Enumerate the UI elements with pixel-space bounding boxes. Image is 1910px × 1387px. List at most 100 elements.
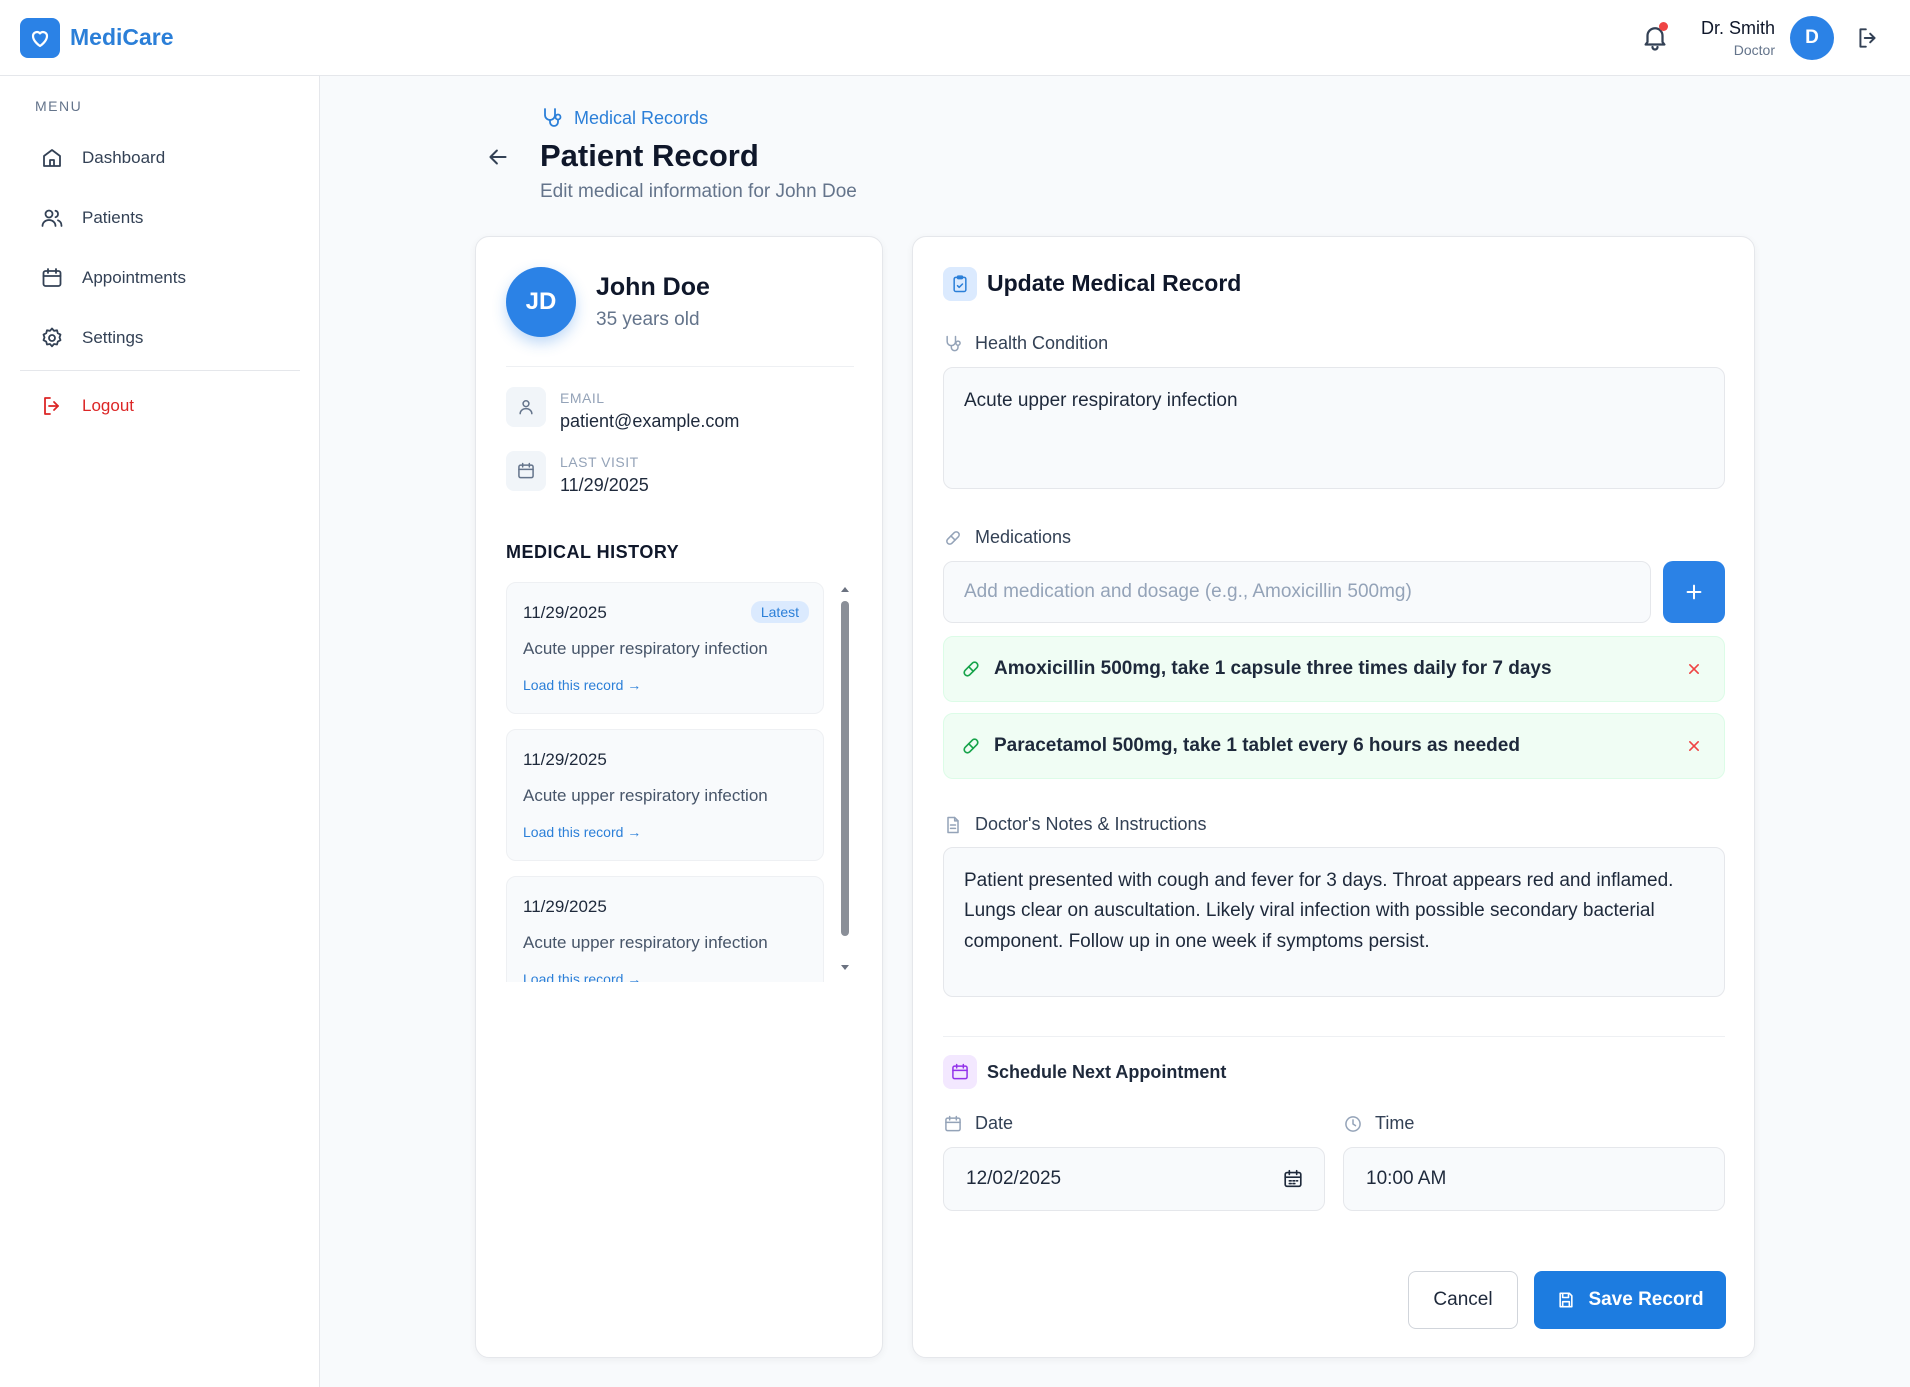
plus-icon — [1686, 584, 1702, 600]
medication-text: Amoxicillin 500mg, take 1 capsule three … — [994, 658, 1552, 679]
user-avatar[interactable]: D — [1790, 16, 1834, 60]
page-title: Patient Record — [540, 138, 759, 173]
page-subtitle: Edit medical information for John Doe — [540, 181, 857, 202]
sidebar-item-appointments[interactable]: Appointments — [20, 254, 300, 302]
sidebar-item-patients[interactable]: Patients — [20, 194, 300, 242]
history-condition: Acute upper respiratory infection — [523, 933, 768, 952]
schedule-title: Schedule Next Appointment — [987, 1062, 1227, 1082]
home-icon — [43, 149, 61, 167]
save-icon — [1559, 1292, 1574, 1308]
medical-history-title: MEDICAL HISTORY — [506, 542, 680, 562]
history-item[interactable]: 11/29/2025 Acute upper respiratory infec… — [506, 876, 824, 982]
load-record-link[interactable]: Load this record → — [523, 971, 641, 982]
gear-icon — [42, 327, 62, 348]
remove-medication-icon[interactable] — [1684, 736, 1704, 756]
user-name: Dr. Smith — [1700, 18, 1775, 38]
date-label: Date — [943, 1113, 1013, 1134]
breadcrumb-label: Medical Records — [574, 107, 709, 128]
history-item[interactable]: 11/29/2025 Acute upper respiratory infec… — [506, 729, 824, 861]
breadcrumb[interactable]: Medical Records — [540, 106, 708, 130]
medications-label: Medications — [943, 527, 1071, 548]
logout-icon[interactable] — [1855, 25, 1881, 51]
sidebar-item-settings[interactable]: Settings — [20, 314, 300, 362]
field-label-text: Doctor's Notes & Instructions — [975, 814, 1207, 834]
heart-logo-icon — [20, 18, 60, 58]
last-visit-value: 11/29/2025 — [560, 475, 649, 495]
doctor-notes-label: Doctor's Notes & Instructions — [943, 814, 1207, 835]
user-icon — [506, 387, 546, 427]
patient-avatar: JD — [506, 267, 576, 337]
sidebar-item-label: Dashboard — [82, 148, 166, 167]
menu-label: MENU — [35, 98, 83, 114]
pill-icon — [963, 738, 979, 754]
load-record-link[interactable]: Load this record → — [523, 824, 641, 840]
pill-icon — [946, 530, 960, 545]
divider — [506, 366, 854, 367]
sidebar-item-dashboard[interactable]: Dashboard — [20, 134, 300, 182]
calendar-icon — [943, 1055, 977, 1089]
medication-item: Amoxicillin 500mg, take 1 capsule three … — [943, 636, 1725, 702]
medication-item: Paracetamol 500mg, take 1 tablet every 6… — [943, 713, 1725, 779]
time-input[interactable]: 10:00 AM — [1343, 1147, 1725, 1211]
health-condition-label: Health Condition — [943, 333, 1108, 354]
stethoscope-icon — [544, 108, 562, 127]
time-label: Time — [1343, 1113, 1414, 1134]
scroll-up-arrow[interactable] — [841, 587, 849, 592]
clipboard-icon — [943, 267, 977, 301]
sidebar-item-label: Appointments — [82, 268, 186, 287]
document-icon — [947, 816, 959, 833]
medical-history-list[interactable]: 11/29/2025 Latest Acute upper respirator… — [506, 582, 826, 982]
notification-dot — [1659, 22, 1668, 31]
medication-text: Paracetamol 500mg, take 1 tablet every 6… — [994, 735, 1520, 756]
users-icon — [41, 209, 63, 227]
add-medication-button[interactable] — [1663, 561, 1725, 623]
health-condition-field[interactable]: Acute upper respiratory infection — [943, 367, 1725, 489]
sidebar-item-logout[interactable]: Logout — [20, 382, 300, 430]
top-bar: MediCare Dr. Smith Doctor D — [0, 0, 1910, 76]
divider — [943, 1036, 1725, 1037]
history-date: 11/29/2025 — [523, 897, 607, 916]
calendar-icon — [506, 451, 546, 491]
logout-icon — [44, 397, 59, 415]
patient-name: John Doe — [596, 273, 710, 301]
last-visit-label: LAST VISIT — [560, 454, 639, 470]
update-record-card: Update Medical Record Health Condition A… — [912, 236, 1755, 1358]
history-date: 11/29/2025 — [523, 750, 607, 769]
remove-medication-icon[interactable] — [1684, 659, 1704, 679]
stethoscope-icon — [946, 335, 961, 351]
field-label-text: Medications — [975, 527, 1072, 547]
date-input[interactable]: 12/02/2025 — [943, 1147, 1325, 1211]
load-record-link[interactable]: Load this record → — [523, 677, 641, 693]
sidebar-item-label: Settings — [82, 328, 144, 347]
history-item[interactable]: 11/29/2025 Latest Acute upper respirator… — [506, 582, 824, 714]
calendar-icon — [945, 1115, 961, 1131]
save-record-button[interactable]: Save Record — [1534, 1271, 1726, 1329]
sidebar: MENU Dashboard Patients Appointments Set… — [0, 76, 320, 1387]
field-label-text: Health Condition — [975, 333, 1109, 353]
form-title: Update Medical Record — [987, 270, 1242, 296]
patient-email: patient@example.com — [560, 411, 740, 431]
history-date: 11/29/2025 — [523, 603, 607, 622]
cancel-button[interactable]: Cancel — [1408, 1271, 1518, 1329]
calendar-icon — [42, 268, 62, 287]
sidebar-item-label: Patients — [82, 208, 144, 227]
sidebar-divider — [20, 370, 300, 371]
scroll-thumb[interactable] — [841, 601, 849, 936]
date-value: 12/02/2025 — [966, 1168, 1062, 1189]
user-role: Doctor — [1733, 42, 1775, 58]
doctor-notes-field[interactable]: Patient presented with cough and fever f… — [943, 847, 1725, 997]
back-arrow-icon[interactable] — [485, 144, 511, 170]
scroll-down-arrow[interactable] — [841, 965, 849, 970]
latest-badge: Latest — [750, 601, 809, 623]
date-picker-icon[interactable] — [1282, 1168, 1304, 1190]
time-value: 10:00 AM — [1366, 1168, 1447, 1189]
medication-input[interactable] — [943, 561, 1651, 623]
scrollbar[interactable] — [839, 587, 851, 972]
save-label: Save Record — [1588, 1289, 1704, 1310]
app-name[interactable]: MediCare — [70, 24, 174, 51]
patient-age: 35 years old — [596, 309, 700, 330]
history-condition: Acute upper respiratory infection — [523, 786, 768, 805]
pill-icon — [963, 661, 979, 677]
history-condition: Acute upper respiratory infection — [523, 639, 768, 658]
patient-card: JD John Doe 35 years old EMAIL patient@e… — [475, 236, 883, 1358]
